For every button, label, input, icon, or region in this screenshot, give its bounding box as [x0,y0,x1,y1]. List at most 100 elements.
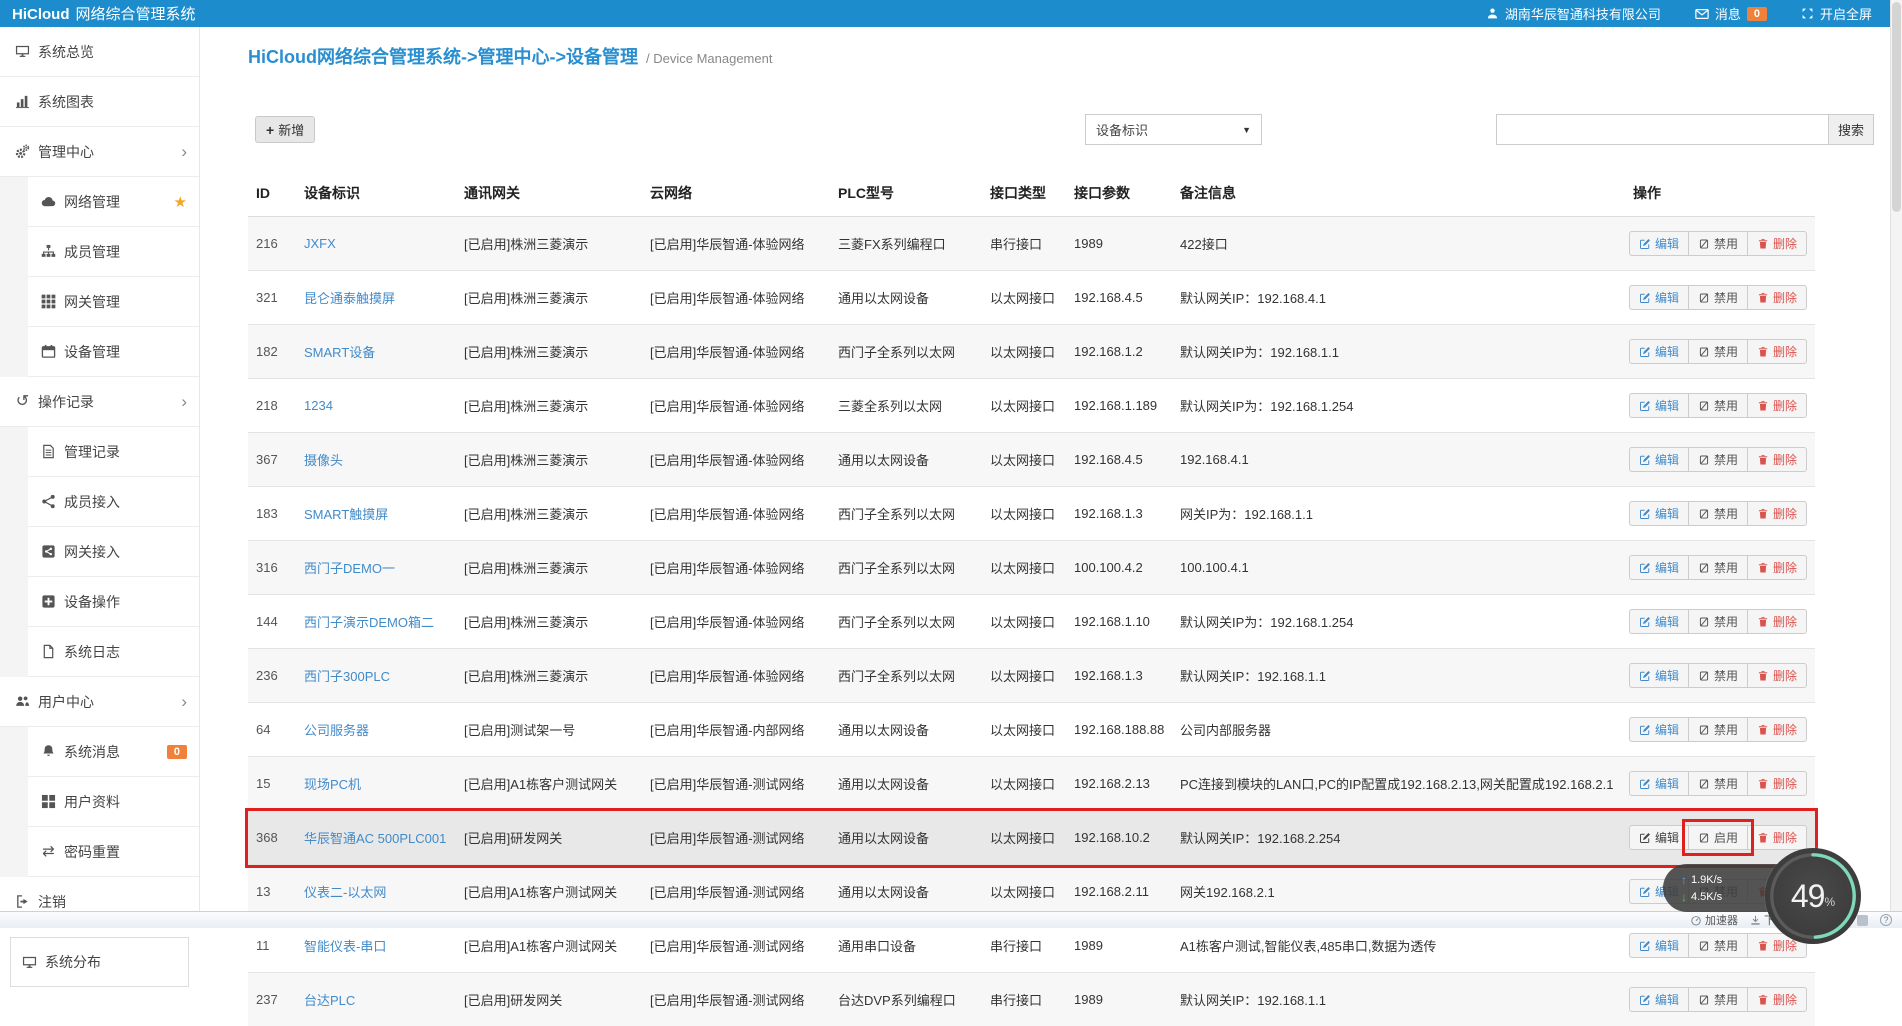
device-name-link[interactable]: JXFX [304,236,336,251]
edit-button[interactable]: 编辑 [1629,717,1689,742]
disable-icon [1698,562,1710,574]
delete-button[interactable]: 删除 [1747,987,1807,1012]
edit-button[interactable]: 编辑 [1629,231,1689,256]
edit-button[interactable]: 编辑 [1629,933,1689,958]
delete-button[interactable]: 删除 [1747,339,1807,364]
delete-button[interactable]: 删除 [1747,447,1807,472]
cell-param: 192.168.4.5 [1066,271,1172,325]
sidebar-item-网络管理[interactable]: 网络管理★ [28,177,199,227]
delete-button[interactable]: 删除 [1747,609,1807,634]
fullscreen-button[interactable]: 开启全屏 [1801,4,1872,23]
device-name-link[interactable]: 西门子300PLC [304,669,390,684]
toggle-button[interactable]: 禁用 [1688,285,1748,310]
toggle-button-label: 禁用 [1714,289,1738,306]
delete-button[interactable]: 删除 [1747,555,1807,580]
search-input[interactable] [1496,114,1828,145]
row-actions: 编辑 禁用 删除 [1629,447,1807,472]
toggle-button[interactable]: 禁用 [1688,933,1748,958]
toggle-button[interactable]: 禁用 [1688,609,1748,634]
delete-button[interactable]: 删除 [1747,393,1807,418]
toggle-button[interactable]: 禁用 [1688,447,1748,472]
edit-button[interactable]: 编辑 [1629,609,1689,634]
edit-icon [1639,292,1651,304]
device-name-link[interactable]: 1234 [304,398,333,413]
sidebar-item-网关接入[interactable]: 网关接入 [28,527,199,577]
edit-button[interactable]: 编辑 [1629,987,1689,1012]
sidebar-item-操作记录[interactable]: ↺操作记录› [0,377,199,427]
sidebar-item-label: 设备管理 [64,342,120,362]
device-name-link[interactable]: SMART设备 [304,345,375,360]
device-name-link[interactable]: 昆仑通泰触摸屏 [304,291,395,306]
toggle-button[interactable]: 禁用 [1688,717,1748,742]
toggle-button[interactable]: 启用 [1688,825,1748,850]
delete-button[interactable]: 删除 [1747,825,1807,850]
search-button[interactable]: 搜索 [1828,114,1874,145]
sidebar-item-密码重置[interactable]: ⇄密码重置 [28,827,199,877]
edit-button[interactable]: 编辑 [1629,771,1689,796]
sidebar-item-设备操作[interactable]: 设备操作 [28,577,199,627]
add-button-label: 新增 [278,120,304,139]
sidebar-item-管理记录[interactable]: 管理记录 [28,427,199,477]
edit-button[interactable]: 编辑 [1629,663,1689,688]
sidebar-item-用户中心[interactable]: 用户中心› [0,677,199,727]
edit-button[interactable]: 编辑 [1629,339,1689,364]
sidebar-item-管理中心[interactable]: 管理中心› [0,127,199,177]
sidebar-item-系统图表[interactable]: 系统图表 [0,77,199,127]
filter-select[interactable]: 设备标识 ▼ [1085,114,1262,145]
toggle-button[interactable]: 禁用 [1688,231,1748,256]
sidebar-item-系统总览[interactable]: 系统总览 [0,27,199,77]
sidebar-item-系统日志[interactable]: 系统日志 [28,627,199,677]
delete-button[interactable]: 删除 [1747,231,1807,256]
delete-button[interactable]: 删除 [1747,285,1807,310]
toggle-button[interactable]: 禁用 [1688,987,1748,1012]
edit-button[interactable]: 编辑 [1629,447,1689,472]
device-name-link[interactable]: 西门子演示DEMO箱二 [304,615,434,630]
sidebar-item-系统消息[interactable]: 系统消息0 [28,727,199,777]
edit-icon [1639,724,1651,736]
sidebar-item-成员管理[interactable]: 成员管理 [28,227,199,277]
sidebar-item-设备管理[interactable]: 设备管理 [28,327,199,377]
vertical-scrollbar[interactable] [1890,0,1902,911]
cell-note: 默认网关IP：192.168.1.1 [1172,649,1615,703]
toggle-button[interactable]: 禁用 [1688,555,1748,580]
edit-button[interactable]: 编辑 [1629,285,1689,310]
toggle-button[interactable]: 禁用 [1688,393,1748,418]
row-actions: 编辑 禁用 删除 [1629,285,1807,310]
messages-menu[interactable]: 消息 0 [1695,4,1767,23]
company-menu[interactable]: 湖南华辰智通科技有限公司 [1486,4,1661,23]
cell-network: [已启用]华辰智通-体验网络 [642,379,830,433]
device-name-link[interactable]: 仪表二-以太网 [304,885,386,900]
delete-button[interactable]: 删除 [1747,933,1807,958]
toggle-button[interactable]: 禁用 [1688,501,1748,526]
device-name-link[interactable]: SMART触摸屏 [304,507,388,522]
sidebar-item-成员接入[interactable]: 成员接入 [28,477,199,527]
edit-button[interactable]: 编辑 [1629,825,1689,850]
device-name-link[interactable]: 台达PLC [304,993,355,1008]
edit-button[interactable]: 编辑 [1629,393,1689,418]
help-icon[interactable]: ? [1880,914,1892,926]
delete-button-label: 删除 [1773,829,1797,846]
delete-button[interactable]: 删除 [1747,717,1807,742]
add-button[interactable]: + 新增 [255,116,315,143]
accelerator-button[interactable]: 加速器 [1690,912,1738,928]
sidebar-item-label: 操作记录 [38,392,94,412]
device-name-link[interactable]: 智能仪表-串口 [304,939,386,954]
device-table: ID 设备标识 通讯网关 云网络 PLC型号 接口类型 接口参数 备注信息 操作… [248,170,1815,1026]
device-name-link[interactable]: 摄像头 [304,453,343,468]
edit-button[interactable]: 编辑 [1629,501,1689,526]
delete-button[interactable]: 删除 [1747,501,1807,526]
device-name-link[interactable]: 华辰智通AC 500PLC001 [304,831,446,846]
device-name-link[interactable]: 公司服务器 [304,723,369,738]
scrollbar-thumb[interactable] [1892,2,1901,212]
sidebar-item-网关管理[interactable]: 网关管理 [28,277,199,327]
device-name-link[interactable]: 西门子DEMO一 [304,561,395,576]
toggle-button[interactable]: 禁用 [1688,771,1748,796]
device-name-link[interactable]: 现场PC机 [304,777,361,792]
cell-id: 144 [248,595,296,649]
delete-button[interactable]: 删除 [1747,771,1807,796]
edit-button[interactable]: 编辑 [1629,555,1689,580]
toggle-button[interactable]: 禁用 [1688,663,1748,688]
toggle-button[interactable]: 禁用 [1688,339,1748,364]
sidebar-item-用户资料[interactable]: 用户资料 [28,777,199,827]
delete-button[interactable]: 删除 [1747,663,1807,688]
